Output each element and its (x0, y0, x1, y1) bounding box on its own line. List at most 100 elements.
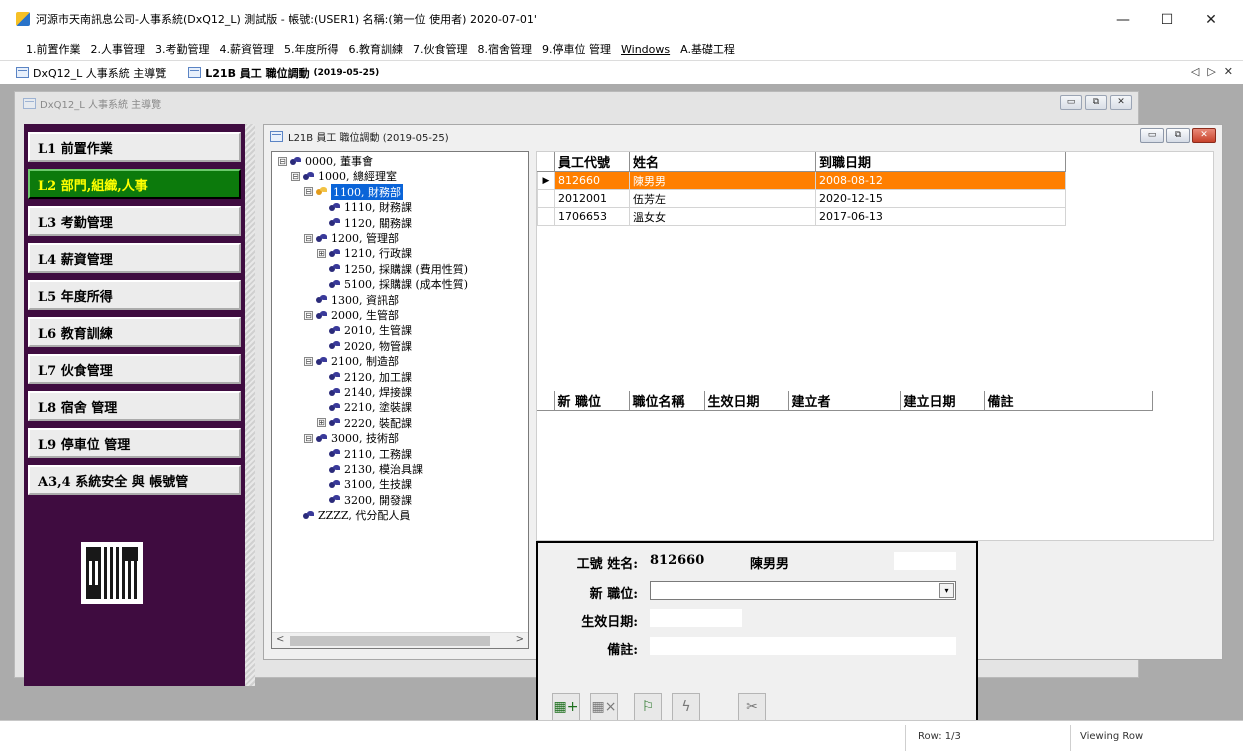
tree-node[interactable]: 2110, 工務課 (317, 447, 412, 461)
menu-item-payroll[interactable]: 4.薪資管理 (220, 41, 275, 57)
scroll-right-icon[interactable]: > (516, 634, 524, 645)
tree-toggle-icon[interactable]: ⊞ (317, 248, 326, 258)
tab-main-navigation[interactable]: DxQ12_L 人事系統 主導覽 (16, 65, 166, 81)
column-header-creator[interactable]: 建立者 (787, 391, 901, 411)
tree-node[interactable]: 3200, 開發課 (317, 493, 412, 507)
menu-item-hr[interactable]: 2.人事管理 (91, 41, 146, 57)
cell-hire-date[interactable]: 2017-06-13 (815, 207, 1066, 226)
tree-toggle-icon[interactable]: ⊟ (304, 433, 313, 443)
tree-toggle-icon[interactable]: ⊟ (304, 187, 313, 197)
column-header-remark[interactable]: 備註 (983, 391, 1153, 411)
tree-node-label[interactable]: 1210, 行政課 (344, 245, 412, 261)
tree-node-label[interactable]: 2000, 生管部 (331, 307, 399, 323)
tree-node[interactable]: ⊟ 2000, 生管部 (304, 308, 399, 322)
tree-node[interactable]: 2120, 加工課 (317, 370, 412, 384)
child-minimize-button[interactable]: ▭ (1060, 95, 1082, 110)
tree-node[interactable]: ⊟ 3000, 技術部 (304, 431, 399, 445)
tree-node[interactable]: 2130, 模治具課 (317, 462, 423, 476)
cell-employee-name[interactable]: 溫女女 (629, 207, 816, 226)
child-restore-button[interactable]: ⧉ (1085, 95, 1107, 110)
tree-node[interactable]: 2020, 物管課 (317, 339, 412, 353)
maximize-button[interactable]: ☐ (1145, 6, 1189, 34)
tree-node[interactable]: 2210, 塗裝課 (317, 400, 412, 414)
tree-node[interactable]: ⊞ 1210, 行政課 (317, 246, 412, 260)
cancel-record-button[interactable]: ✂ (738, 693, 766, 721)
tree-node[interactable]: 3100, 生技課 (317, 477, 412, 491)
tree-node-label[interactable]: 3000, 技術部 (331, 430, 399, 446)
tree-node-label[interactable]: 2020, 物管課 (344, 338, 412, 354)
nav-button-attendance[interactable]: L3 考勤管理 (28, 206, 241, 236)
inner-restore-button[interactable]: ⧉ (1166, 128, 1190, 143)
column-header-position-name[interactable]: 職位名稱 (628, 391, 705, 411)
cell-employee-id[interactable]: 2012001 (554, 189, 630, 208)
nav-button-payroll[interactable]: L4 薪資管理 (28, 243, 241, 273)
add-record-button[interactable]: ▦+ (552, 693, 580, 721)
cell-hire-date[interactable]: 2008-08-12 (815, 171, 1066, 190)
nav-button-department-hr[interactable]: L2 部門,組織,人事 (28, 169, 241, 199)
tree-node-label[interactable]: 2100, 制造部 (331, 353, 399, 369)
tree-node-label[interactable]: 3200, 開發課 (344, 492, 412, 508)
tree-toggle-icon[interactable]: ⊟ (304, 233, 313, 243)
new-position-dropdown[interactable]: ▾ (650, 581, 956, 600)
tree-node[interactable]: 2010, 生管課 (317, 323, 412, 337)
tree-node-label[interactable]: ZZZZ, 代分配人員 (318, 507, 410, 523)
tree-toggle-icon[interactable]: ⊟ (304, 310, 313, 320)
tree-node[interactable]: ⊟ 0000, 董事會 (278, 154, 373, 168)
cell-hire-date[interactable]: 2020-12-15 (815, 189, 1066, 208)
row-indicator[interactable] (537, 189, 555, 208)
menu-item-dorm[interactable]: 8.宿舍管理 (478, 41, 533, 57)
row-indicator[interactable] (537, 207, 555, 226)
tree-node-label[interactable]: 2220, 裝配課 (344, 415, 412, 431)
nav-button-training[interactable]: L6 教育訓練 (28, 317, 241, 347)
cell-employee-id[interactable]: 812660 (554, 171, 630, 190)
table-row[interactable]: ▶ 812660 陳男男 2008-08-12 (537, 171, 1066, 190)
column-header-hire-date[interactable]: 到職日期 (815, 152, 1066, 172)
tree-node[interactable]: 1300, 資訊部 (304, 293, 399, 307)
employee-grid[interactable]: 員工代號 姓名 到職日期 ▶ 812660 陳男男 2008-08-12 2012001… (537, 152, 1066, 226)
tree-node-label[interactable]: 1300, 資訊部 (331, 292, 399, 308)
tree-node[interactable]: 1110, 財務課 (317, 200, 412, 214)
nav-button-front[interactable]: L1 前置作業 (28, 132, 241, 162)
tree-node[interactable]: 1120, 關務課 (317, 216, 412, 230)
column-header-employee-id[interactable]: 員工代號 (554, 152, 630, 172)
current-row-arrow-icon[interactable]: ▶ (537, 171, 555, 190)
inner-close-button[interactable]: ✕ (1192, 128, 1216, 143)
tree-toggle-icon[interactable]: ⊟ (304, 356, 313, 366)
department-tree[interactable]: < > ⊟ 0000, 董事會 ⊟ 1000, 總經理室 ⊟ 1100, 財務部 1110,… (271, 151, 529, 649)
tab-scroll-right-icon[interactable]: ▷ (1207, 65, 1215, 78)
nav-button-annual-income[interactable]: L5 年度所得 (28, 280, 241, 310)
tree-node-label[interactable]: 0000, 董事會 (305, 153, 373, 169)
column-header-created-date[interactable]: 建立日期 (899, 391, 985, 411)
refresh-record-button[interactable]: ϟ (672, 693, 700, 721)
cell-employee-name[interactable]: 陳男男 (629, 171, 816, 190)
scrollbar-thumb[interactable] (290, 636, 490, 646)
cell-employee-name[interactable]: 伍芳左 (629, 189, 816, 208)
tree-node-label[interactable]: 1100, 財務部 (331, 183, 403, 200)
tree-node-label[interactable]: 1250, 採購課 (費用性質) (344, 261, 468, 277)
remark-input[interactable] (650, 637, 956, 655)
tree-node-label[interactable]: 5100, 採購課 (成本性質) (344, 276, 468, 292)
tree-node-label[interactable]: 1110, 財務課 (344, 199, 412, 215)
tree-node[interactable]: ⊟ 1100, 財務部 (304, 183, 403, 200)
column-header-name[interactable]: 姓名 (629, 152, 816, 172)
menu-item-annual-income[interactable]: 5.年度所得 (284, 41, 339, 57)
tree-node[interactable]: ⊟ 1000, 總經理室 (291, 169, 397, 183)
tree-node[interactable]: ZZZZ, 代分配人員 (291, 508, 410, 522)
chevron-down-icon[interactable]: ▾ (939, 583, 954, 598)
column-header-new-position[interactable]: 新 職位 (553, 391, 630, 411)
save-record-button[interactable]: ⚐ (634, 693, 662, 721)
tree-node-label[interactable]: 2140, 焊接課 (344, 384, 412, 400)
tree-toggle-icon[interactable]: ⊟ (291, 171, 300, 181)
tab-position-transfer[interactable]: L21B 員工 職位調動 (2019-05-25) (188, 65, 379, 81)
tree-node[interactable]: 2140, 焊接課 (317, 385, 412, 399)
menu-item-parking[interactable]: 9.停車位 管理 (542, 41, 611, 57)
tree-node-label[interactable]: 1200, 管理部 (331, 230, 399, 246)
tree-toggle-icon[interactable]: ⊞ (317, 418, 326, 428)
menu-item-windows[interactable]: Windows (621, 43, 670, 56)
nav-button-dorm[interactable]: L8 宿舍 管理 (28, 391, 241, 421)
nav-button-parking[interactable]: L9 停車位 管理 (28, 428, 241, 458)
table-row[interactable]: 1706653 溫女女 2017-06-13 (537, 207, 1066, 226)
position-history-grid[interactable]: 新 職位 職位名稱 生效日期 建立者 建立日期 備註 (537, 391, 1153, 411)
scroll-left-icon[interactable]: < (276, 634, 284, 645)
menu-item-attendance[interactable]: 3.考勤管理 (155, 41, 210, 57)
